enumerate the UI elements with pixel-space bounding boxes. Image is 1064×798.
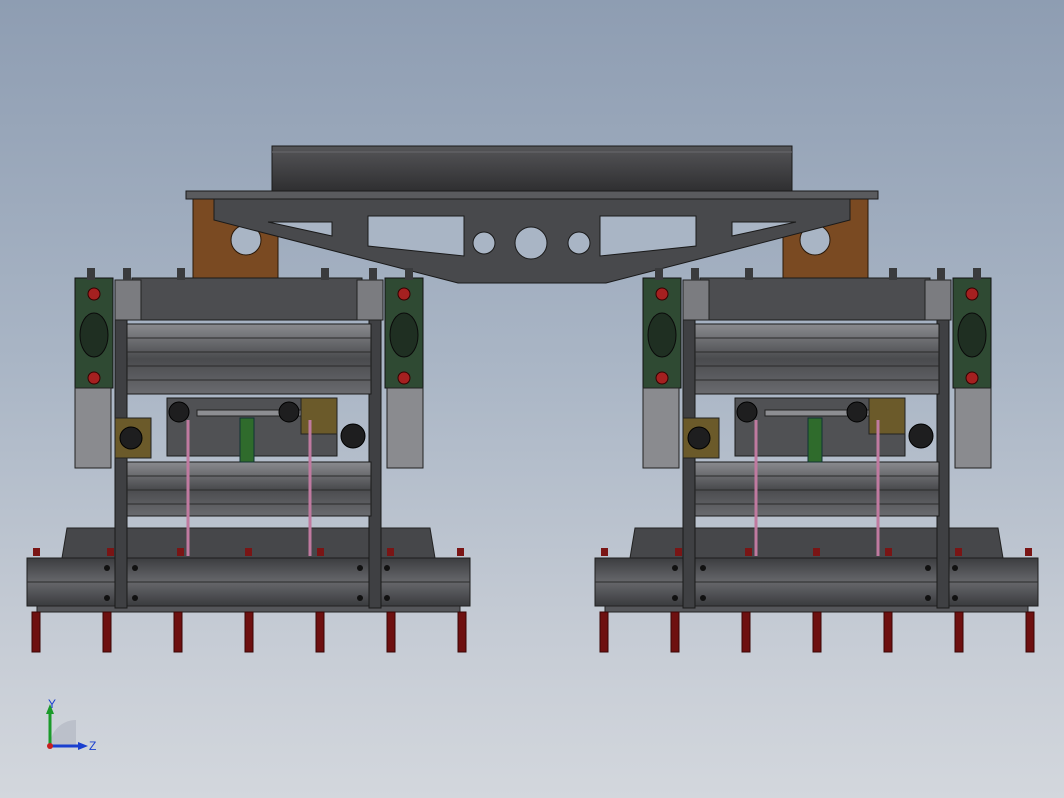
axis-z-label: Z: [89, 739, 96, 753]
axis-y-label: Y: [48, 698, 56, 711]
gripper-unit-right: [593, 266, 1040, 654]
mounting-plate: [185, 190, 879, 284]
top-disk: [271, 145, 793, 193]
coordinate-triad: Y Z: [46, 698, 96, 753]
assembly-model[interactable]: [0, 0, 1064, 798]
gripper-unit-left: [25, 266, 472, 654]
cad-viewport[interactable]: Y Z: [0, 0, 1064, 798]
z-arrow-icon: [78, 742, 88, 750]
origin-dot: [47, 743, 53, 749]
